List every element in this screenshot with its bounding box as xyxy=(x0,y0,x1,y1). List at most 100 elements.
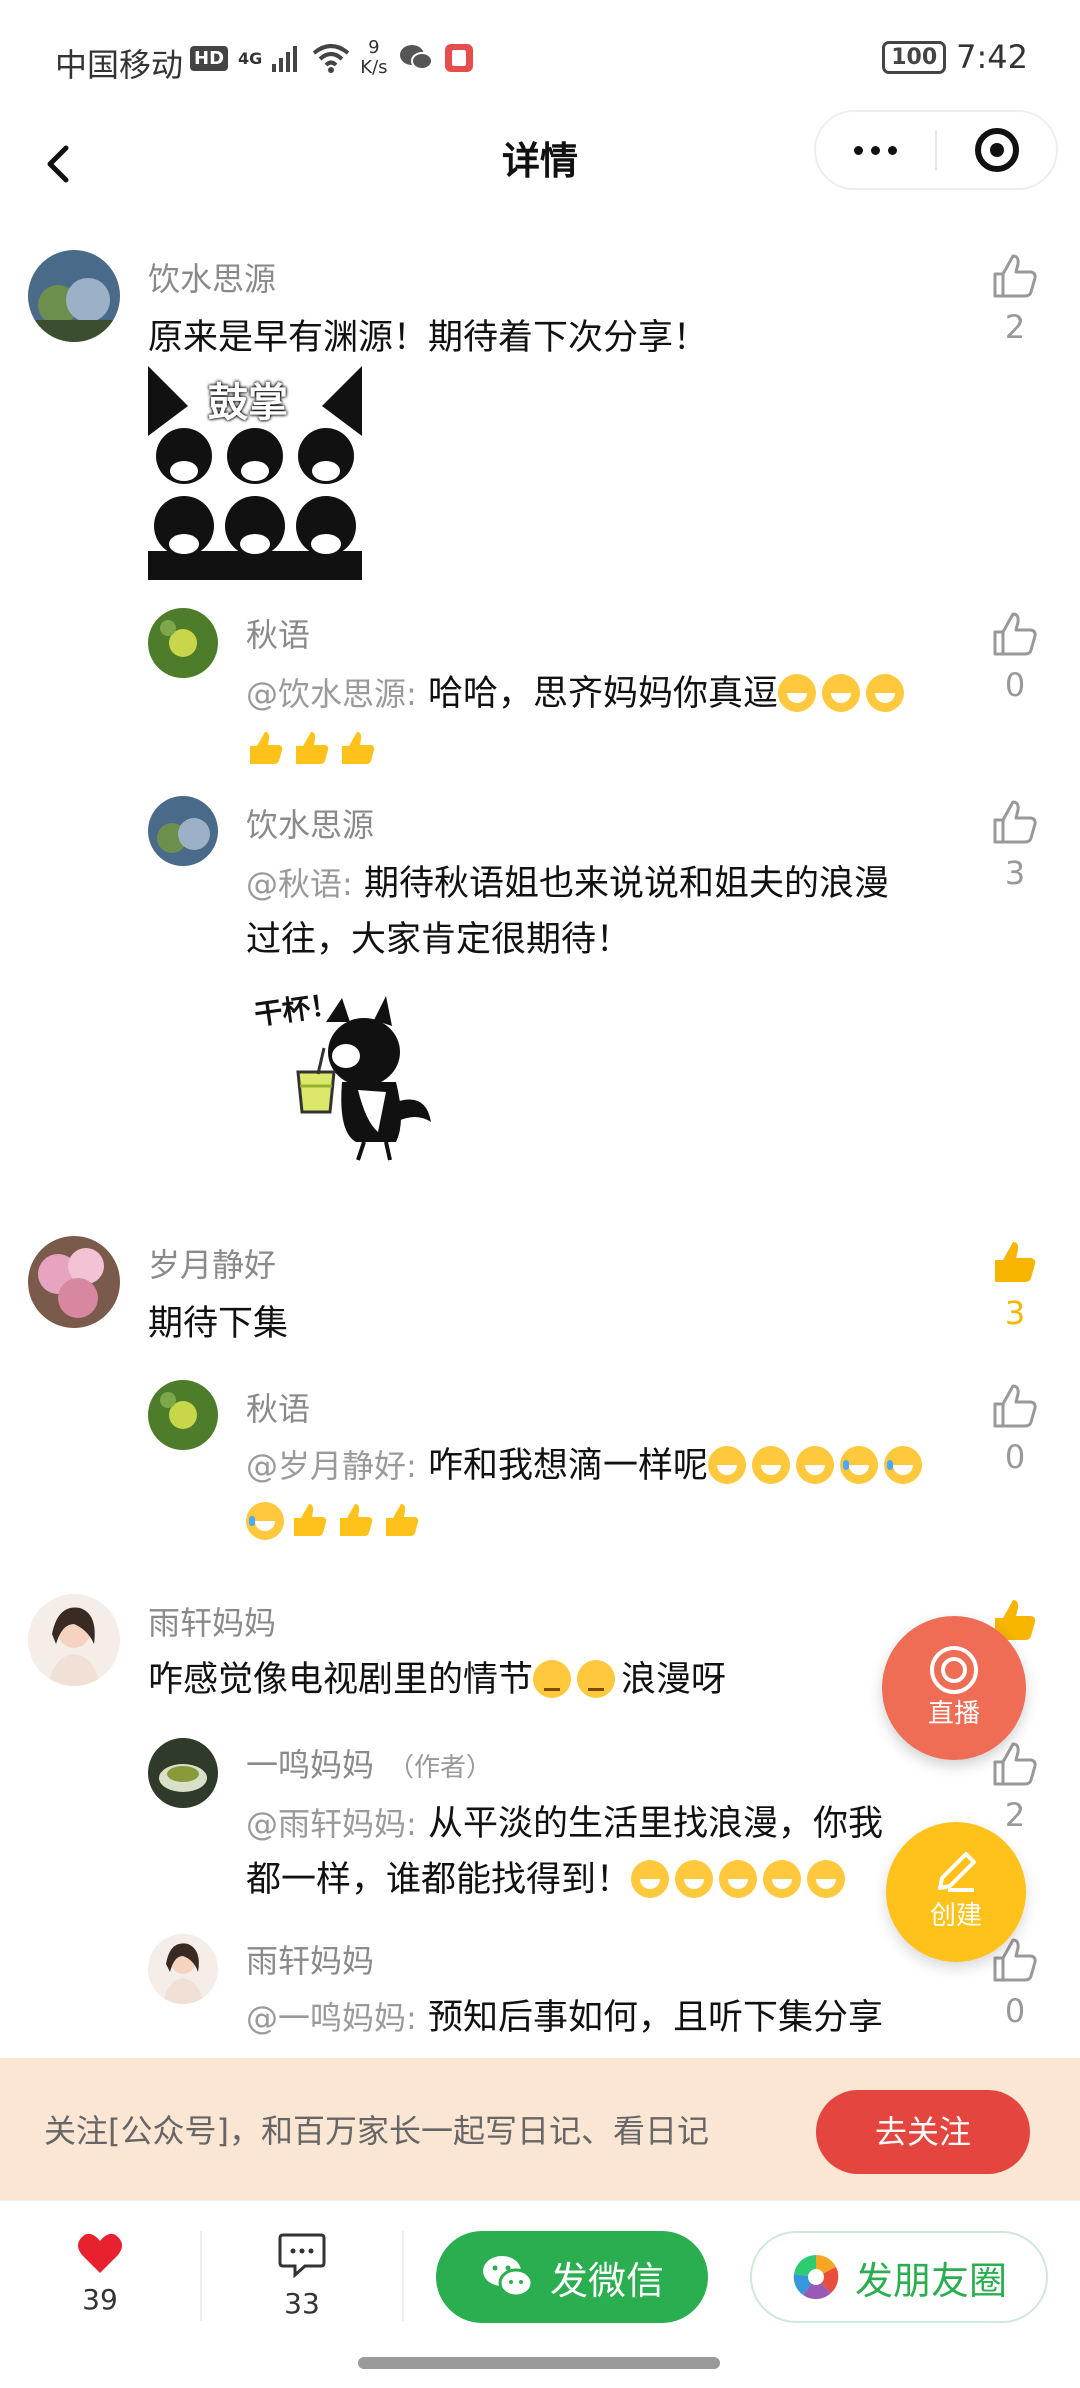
grin-emoji xyxy=(719,1860,758,1898)
avatar[interactable] xyxy=(28,1594,120,1686)
like-count: 3 xyxy=(1004,1294,1026,1332)
comment-username[interactable]: 岁月静好 xyxy=(148,1240,276,1286)
battery-indicator: 100 xyxy=(882,40,947,74)
reply-mention[interactable]: @雨轩妈妈: xyxy=(246,1805,417,1843)
reply-body: 咋和我想滴一样呢 xyxy=(427,1446,708,1486)
status-bar: 中国移动 HD 4G 9 K/s 100 7:42 xyxy=(0,0,1080,110)
avatar[interactable] xyxy=(28,250,120,342)
thumbs-up-emoji xyxy=(250,732,283,764)
live-icon xyxy=(930,1646,978,1694)
avatar-image xyxy=(148,1380,218,1450)
avatar[interactable] xyxy=(148,1738,218,1808)
follow-button[interactable]: 去关注 xyxy=(816,2090,1030,2174)
cheers-sticker[interactable]: 干杯！ xyxy=(246,982,466,1172)
bottom-bar-divider xyxy=(200,2231,202,2321)
live-label: 直播 xyxy=(927,1699,980,1729)
like-count: 2 xyxy=(1004,308,1026,346)
avatar[interactable] xyxy=(28,1236,120,1328)
reply-body-line1: 期待秋语姐也来说说和姐夫的浪漫 xyxy=(363,864,889,904)
follow-banner-text: 关注[公众号]，和百万家长一起写日记、看日记 xyxy=(44,2112,709,2150)
reply-mention[interactable]: @秋语: xyxy=(246,865,353,903)
wifi-icon xyxy=(313,44,350,73)
more-dot-icon xyxy=(888,145,897,155)
share-wechat-label: 发微信 xyxy=(549,2258,664,2303)
comment-username[interactable]: 雨轩妈妈 xyxy=(148,1598,276,1644)
create-label: 创建 xyxy=(929,1901,982,1931)
grin-emoji xyxy=(807,1860,846,1898)
live-button[interactable]: 直播 xyxy=(882,1616,1026,1760)
tears-of-joy-emoji xyxy=(246,1502,284,1540)
share-wechat-button[interactable]: 发微信 xyxy=(436,2231,708,2323)
reply-username[interactable]: 秋语 xyxy=(246,1384,310,1430)
author-tag: （作者） xyxy=(388,1753,493,1783)
comment-text: 咋感觉像电视剧里的情节 浪漫呀 xyxy=(148,1652,726,1708)
reply-username[interactable]: 饮水思源 xyxy=(246,800,374,846)
avatar[interactable] xyxy=(148,796,218,866)
avatar-image xyxy=(148,608,218,678)
thumbs-up-emoji xyxy=(342,732,375,764)
grin-emoji xyxy=(777,674,816,712)
heart-icon xyxy=(78,2233,122,2273)
like-button[interactable]: 0 xyxy=(985,1380,1045,1476)
thumbs-up-emoji xyxy=(386,1504,419,1536)
like-post-button[interactable]: 39 xyxy=(20,2231,180,2316)
reply-mention[interactable]: @岁月静好: xyxy=(246,1447,417,1485)
comment-username[interactable]: 饮水思源 xyxy=(148,254,276,300)
thumbs-up-emoji xyxy=(294,1504,327,1536)
reply-text: @雨轩妈妈: 从平淡的生活里找浪漫，你我 都一样，谁都能找得到！ xyxy=(246,1796,936,1908)
reply-mention[interactable]: @饮水思源: xyxy=(246,675,417,713)
reply-body-line2: 都一样，谁都能找得到！ xyxy=(246,1860,632,1900)
grin-emoji xyxy=(795,1446,834,1484)
grin-emoji xyxy=(821,674,860,712)
avatar-image xyxy=(148,1738,218,1808)
create-button[interactable]: 创建 xyxy=(886,1822,1026,1962)
moments-aperture-icon xyxy=(793,2254,839,2300)
network-type: 4G xyxy=(238,48,263,68)
carrier-name: 中国移动 xyxy=(55,46,184,84)
book-app-icon xyxy=(444,44,473,72)
like-count: 0 xyxy=(1004,1438,1026,1476)
close-mini-program-button[interactable] xyxy=(937,128,1056,172)
speed-unit: K/s xyxy=(360,57,388,78)
avatar[interactable] xyxy=(148,1380,218,1450)
reply-username[interactable]: 秋语 xyxy=(246,610,310,656)
hd-badge: HD xyxy=(190,45,229,71)
like-button[interactable]: 3 xyxy=(985,796,1045,892)
thumbs-up-icon xyxy=(993,612,1037,656)
like-button[interactable]: 2 xyxy=(985,250,1045,346)
smiling-emoji xyxy=(533,1660,572,1698)
home-indicator[interactable] xyxy=(358,2357,720,2369)
avatar[interactable] xyxy=(148,608,218,678)
reply-text: @秋语: 期待秋语姐也来说说和姐夫的浪漫 过往，大家肯定很期待！ xyxy=(246,856,966,968)
reply-username[interactable]: 雨轩妈妈 xyxy=(246,1936,374,1982)
comment-list: 饮水思源 原来是早有渊源！期待着下次分享！ 鼓掌 2 秋语 @饮水思源: 哈哈，… xyxy=(0,240,1080,2060)
clap-sticker[interactable]: 鼓掌 xyxy=(148,366,362,580)
avatar[interactable] xyxy=(148,1934,218,2004)
dog-drinking-sticker-image xyxy=(296,996,431,1161)
reply-body: 哈哈，思齐妈妈你真逗 xyxy=(427,674,778,714)
thumbs-up-icon xyxy=(993,1384,1037,1428)
like-count: 0 xyxy=(1004,1992,1026,2030)
comment-post-button[interactable]: 33 xyxy=(222,2231,382,2320)
like-button[interactable]: 0 xyxy=(985,608,1045,704)
share-moments-button[interactable]: 发朋友圈 xyxy=(750,2231,1048,2323)
more-dot-icon xyxy=(871,145,880,155)
reply-mention[interactable]: @一鸣妈妈: xyxy=(246,1999,417,2037)
sticker-caption: 鼓掌 xyxy=(208,380,288,426)
more-button[interactable] xyxy=(816,145,935,155)
like-count: 0 xyxy=(1004,666,1026,704)
like-button[interactable]: 3 xyxy=(985,1236,1045,1332)
post-comment-count: 33 xyxy=(284,2287,320,2320)
bottom-bar-divider xyxy=(402,2231,404,2321)
author-name[interactable]: 一鸣妈妈 xyxy=(246,1746,374,1784)
reply-username[interactable]: 一鸣妈妈 （作者） xyxy=(246,1740,492,1786)
like-button[interactable]: 2 xyxy=(985,1738,1045,1834)
grin-emoji xyxy=(751,1446,790,1484)
reply-body-line2: 过往，大家肯定很期待！ xyxy=(246,920,632,960)
wechat-icon xyxy=(482,2256,534,2298)
grin-emoji xyxy=(631,1860,670,1898)
grin-emoji xyxy=(865,674,904,712)
status-right: 100 7:42 xyxy=(882,38,1028,76)
thumbs-up-icon xyxy=(993,800,1037,844)
post-like-count: 39 xyxy=(82,2283,118,2316)
